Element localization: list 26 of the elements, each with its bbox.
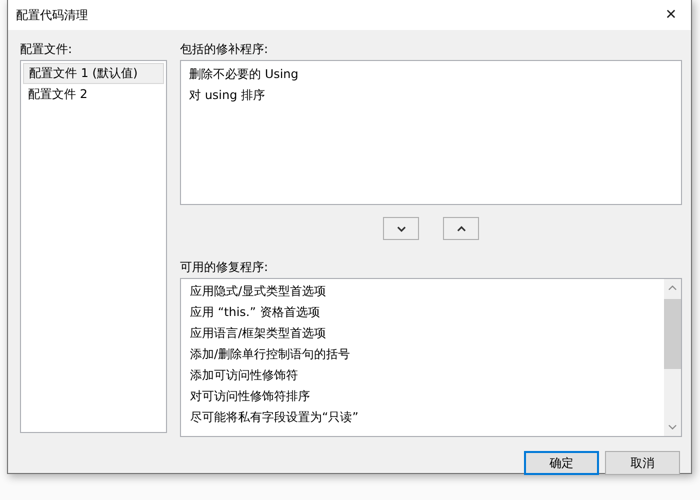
fixer-item[interactable]: 添加可访问性修饰符: [186, 365, 664, 386]
fixer-item[interactable]: 添加/删除单行控制语句的括号: [186, 344, 664, 365]
fixer-item[interactable]: 删除不必要的 Using: [185, 64, 677, 85]
dialog-button[interactable]: 确定: [524, 451, 599, 475]
scrollbar[interactable]: [664, 279, 681, 436]
dialog-button[interactable]: 取消: [605, 451, 680, 475]
move-down-button[interactable]: [383, 217, 419, 240]
fixer-item[interactable]: 应用 “this.” 资格首选项: [186, 302, 664, 323]
profile-item[interactable]: 配置文件 2: [23, 84, 164, 105]
fixer-item[interactable]: 应用语言/框架类型首选项: [186, 323, 664, 344]
fixer-item[interactable]: 对可访问性修饰符排序: [186, 386, 664, 407]
available-fixers-label: 可用的修复程序:: [180, 260, 270, 276]
fixer-item[interactable]: 尽可能将私有字段设置为“只读”: [186, 407, 664, 428]
profile-item[interactable]: 配置文件 1 (默认值): [23, 63, 164, 84]
move-up-button[interactable]: [443, 217, 479, 240]
chevron-down-icon: [396, 226, 406, 232]
profiles-label: 配置文件:: [20, 42, 74, 58]
window-title: 配置代码清理: [16, 6, 88, 24]
fixer-item[interactable]: 对 using 排序: [185, 85, 677, 106]
chevron-up-icon: [456, 226, 466, 232]
fixer-item[interactable]: 应用隐式/显式类型首选项: [186, 281, 664, 302]
scroll-down-icon[interactable]: [668, 424, 677, 430]
included-fixers-label: 包括的修补程序:: [180, 42, 270, 58]
close-button[interactable]: ✕: [651, 0, 691, 30]
scrollbar-thumb[interactable]: [664, 299, 681, 369]
scroll-up-icon[interactable]: [668, 285, 677, 291]
